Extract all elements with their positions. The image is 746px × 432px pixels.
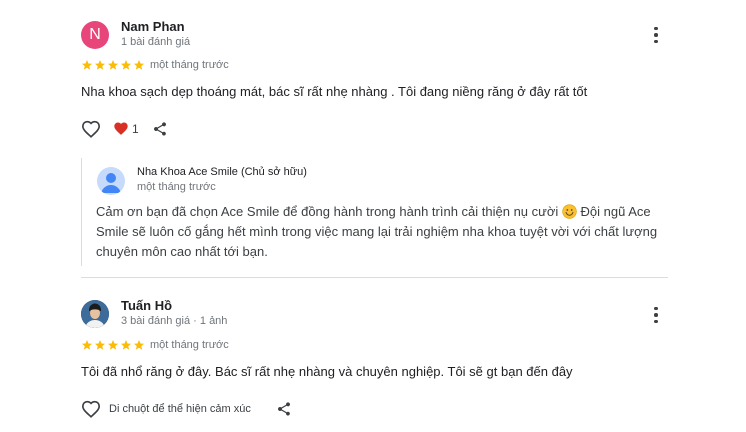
like-button[interactable]: Di chuột để thể hiện cảm xúc — [81, 400, 251, 418]
heart-filled-icon — [114, 122, 128, 135]
review-text: Tôi đã nhổ răng ở đây. Bác sĩ rất nhẹ nh… — [81, 364, 573, 379]
like-count: 1 — [132, 121, 139, 136]
more-vert-icon — [654, 306, 658, 311]
star-icon — [95, 60, 105, 70]
share-button[interactable] — [152, 121, 168, 137]
more-vert-icon — [654, 26, 658, 31]
reply-time: một tháng trước — [137, 181, 216, 193]
star-icon — [121, 340, 131, 350]
owner-avatar[interactable] — [97, 167, 125, 195]
reviewer-meta: 3 bài đánh giá · 1 ảnh — [121, 315, 228, 327]
share-icon — [278, 402, 290, 416]
heart-outline-icon — [81, 400, 101, 418]
star-icon — [95, 340, 105, 350]
star-icon — [134, 60, 144, 70]
heart-outline-icon — [81, 120, 101, 138]
share-icon — [154, 122, 166, 136]
reply-text: Cảm ơn bạn đã chọn Ace Smile để đồng hàn… — [96, 202, 661, 262]
reviewer-name[interactable]: Nam Phan — [121, 19, 185, 34]
star-icon — [121, 60, 131, 70]
more-options-button[interactable] — [648, 25, 664, 45]
owner-name[interactable]: Nha Khoa Ace Smile (Chủ sở hữu) — [137, 166, 307, 178]
reviewer-name[interactable]: Tuấn Hồ — [121, 298, 172, 313]
owner-reply: Nha Khoa Ace Smile (Chủ sở hữu) một thán… — [81, 158, 668, 266]
avatar[interactable]: N — [81, 21, 109, 49]
review-time: một tháng trước — [150, 59, 229, 71]
avatar-letter: N — [89, 26, 101, 43]
like-button[interactable] — [81, 120, 101, 138]
review-time: một tháng trước — [150, 339, 229, 351]
star-rating — [81, 59, 145, 71]
react-hint: Di chuột để thể hiện cảm xúc — [109, 403, 251, 415]
review-divider — [81, 277, 668, 278]
star-icon — [134, 340, 144, 350]
star-icon — [82, 60, 92, 70]
reviewer-meta: 1 bài đánh giá — [121, 36, 191, 48]
star-icon — [82, 340, 92, 350]
profile-photo-icon — [81, 300, 109, 328]
avatar[interactable] — [81, 300, 109, 328]
owner-avatar-icon — [101, 173, 121, 193]
star-icon — [108, 60, 118, 70]
reaction-love-button[interactable]: 1 — [113, 121, 139, 136]
smiling-face-emoji-icon — [562, 204, 577, 219]
share-button[interactable] — [276, 401, 292, 417]
more-options-button[interactable] — [648, 305, 664, 325]
star-icon — [108, 340, 118, 350]
reply-text-part-1: Cảm ơn bạn đã chọn Ace Smile để đồng hàn… — [96, 204, 562, 219]
review-text: Nha khoa sạch dẹp thoáng mát, bác sĩ rất… — [81, 84, 588, 99]
star-rating — [81, 339, 145, 351]
